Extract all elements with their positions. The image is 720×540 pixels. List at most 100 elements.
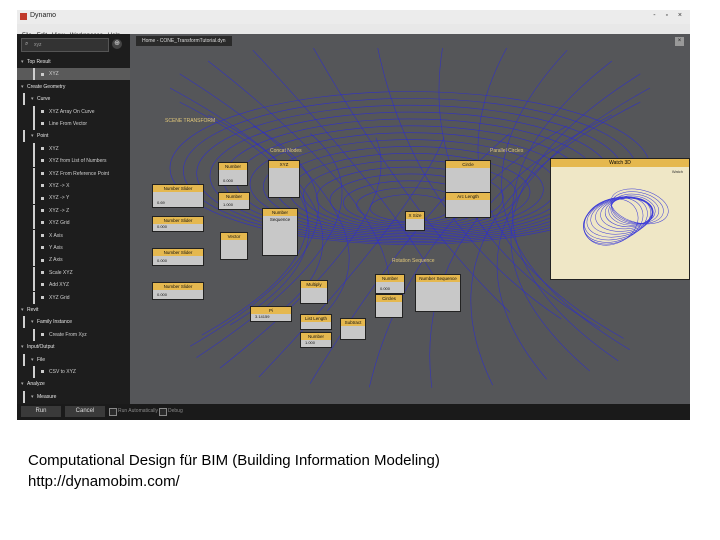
node-icon — [41, 196, 44, 200]
library-item-label: XYZ Grid — [49, 294, 70, 301]
library-item[interactable]: CSV to XYZ — [17, 366, 130, 378]
library-item[interactable]: ▾ File — [17, 353, 130, 366]
library-item[interactable]: ▾ Measure — [17, 390, 130, 403]
library-item-label: Measure — [37, 393, 57, 400]
node-title: Number Slider — [153, 217, 203, 224]
node-title: Circles — [376, 295, 402, 302]
graph-node[interactable]: Multiply — [300, 280, 328, 304]
group-label: Parallel Circles — [490, 148, 524, 154]
node-title: Arc Length — [446, 193, 490, 200]
tree-guide — [33, 192, 35, 205]
library-item[interactable]: XYZ Array On Curve — [17, 105, 130, 118]
library-item[interactable]: ▾ Analyze — [17, 378, 130, 390]
library-item[interactable]: XYZ From Reference Point — [17, 167, 130, 180]
library-item[interactable]: ▾ Point — [17, 130, 130, 143]
node-value: 0.000 — [223, 178, 234, 183]
node-icon — [41, 122, 44, 126]
node-value: 0.000 — [157, 224, 168, 229]
cancel-button[interactable]: Cancel — [65, 406, 105, 417]
node-title: Number Slider — [153, 249, 203, 256]
run-button[interactable]: Run — [21, 406, 61, 417]
tree-guide — [23, 390, 25, 403]
node-title: Number Slider — [153, 283, 203, 290]
library-item-label: Input/Output — [27, 344, 55, 351]
graph-node[interactable]: Number Slider 0.69 — [152, 184, 204, 208]
graph-node[interactable]: Number 0.000 — [375, 274, 405, 294]
library-item[interactable]: ▾ Curve — [17, 93, 130, 106]
graph-node[interactable]: Number Sequence — [262, 208, 298, 256]
graph-node[interactable]: Subtract — [340, 318, 366, 340]
graph-node[interactable]: Pi 3.14159 — [250, 306, 292, 322]
node-icon — [41, 109, 44, 113]
library-item[interactable]: ▾ Family Instance — [17, 316, 130, 329]
graph-node[interactable]: Number Slider 0.000 — [152, 216, 204, 232]
library-item[interactable]: XYZ Grid — [17, 291, 130, 304]
library-item[interactable]: XYZ from List of Numbers — [17, 155, 130, 168]
workspace-canvas[interactable]: Home - CONE_TransformTutorial.dyn × SCEN… — [130, 34, 690, 404]
graph-node[interactable]: Number 1.000 — [218, 192, 250, 210]
debug-checkbox[interactable] — [159, 408, 167, 416]
library-item[interactable]: ▾ Create Geometry — [17, 81, 130, 93]
library-item[interactable]: Add XYZ — [17, 279, 130, 292]
library-item[interactable]: XYZ — [17, 68, 130, 81]
node-value: 1.000 — [305, 340, 316, 345]
library-item[interactable]: XYZ -> X — [17, 180, 130, 192]
debug-label: Debug — [168, 408, 183, 414]
library-item[interactable]: Line From Vector — [17, 118, 130, 130]
graph-node[interactable]: Number Slider 0.000 — [152, 282, 204, 300]
run-automatically-label: Run Automatically — [118, 408, 159, 414]
graph-node[interactable]: X Size — [405, 211, 425, 231]
graph-node[interactable]: Number Sequence — [415, 274, 461, 312]
library-item[interactable]: XYZ Grid — [17, 217, 130, 230]
run-automatically-checkbox[interactable] — [109, 408, 117, 416]
library-item[interactable]: Y Axis — [17, 242, 130, 254]
search-input[interactable]: ⌕ xyz — [21, 38, 109, 52]
library-item[interactable]: Z Axis — [17, 254, 130, 267]
node-icon — [41, 246, 44, 250]
menu-bar: FileEditViewWorkspacesHelp — [17, 24, 690, 39]
library-item-label: XYZ -> X — [49, 183, 70, 189]
tree-guide — [33, 118, 35, 130]
group-label: Rotation Sequence — [392, 258, 435, 264]
node-value: 1.000 — [223, 202, 234, 207]
watch3d-node[interactable]: Watch 3D Watch — [550, 158, 690, 280]
library-item-label: CSV to XYZ — [49, 369, 76, 375]
tree-guide — [23, 93, 25, 106]
graph-node[interactable]: Circles — [375, 294, 403, 318]
node-title: Number — [219, 163, 247, 170]
window-controls[interactable]: - ▫ × — [653, 12, 686, 19]
library-item-label: XYZ From Reference Point — [49, 170, 110, 177]
graph-node[interactable]: XYZ — [268, 160, 300, 198]
library-item[interactable]: ▾ Input/Output — [17, 341, 130, 353]
library-item-label: XYZ -> Z — [49, 207, 70, 214]
library-item-label: Family Instance — [37, 319, 73, 326]
node-title: Number — [301, 333, 331, 340]
graph-node[interactable]: List Length — [300, 314, 332, 330]
graph-node[interactable]: Arc Length — [445, 192, 491, 218]
node-title: X Size — [406, 212, 424, 219]
node-icon — [41, 270, 44, 274]
library-options-button[interactable]: ⊕ — [112, 39, 122, 49]
library-item[interactable]: Create From Xyz — [17, 328, 130, 341]
graph-node[interactable]: Number 1.000 — [300, 332, 332, 348]
library-item[interactable]: X Axis — [17, 229, 130, 242]
library-panel: ⌕ xyz ⊕ ▾ Top Result XYZ ▾ Create Geometry ▾ C… — [17, 34, 130, 404]
library-item-label: Add XYZ — [49, 282, 70, 289]
preview-curve — [611, 191, 664, 224]
library-item[interactable]: XYZ -> Z — [17, 204, 130, 217]
node-value: 0.000 — [157, 258, 168, 263]
library-item[interactable]: ▾ Top Result — [17, 56, 130, 68]
node-icon — [41, 221, 44, 225]
workspace-tab[interactable]: Home - CONE_TransformTutorial.dyn — [136, 36, 232, 46]
graph-node[interactable]: Vector — [220, 232, 248, 260]
library-item[interactable]: ▾ Revit — [17, 304, 130, 316]
graph-node[interactable]: Number Slider 0.000 — [152, 248, 204, 266]
library-item-label: Create From Xyz — [49, 331, 87, 338]
node-title: Number Sequence — [263, 209, 297, 222]
library-item[interactable]: XYZ — [17, 142, 130, 155]
library-item[interactable]: XYZ -> Y — [17, 192, 130, 205]
library-item[interactable]: Scale XYZ — [17, 266, 130, 279]
close-icon[interactable]: × — [675, 37, 684, 46]
watch3d-title: Watch 3D — [551, 159, 689, 167]
graph-node[interactable]: Number 0.000 — [218, 162, 248, 186]
